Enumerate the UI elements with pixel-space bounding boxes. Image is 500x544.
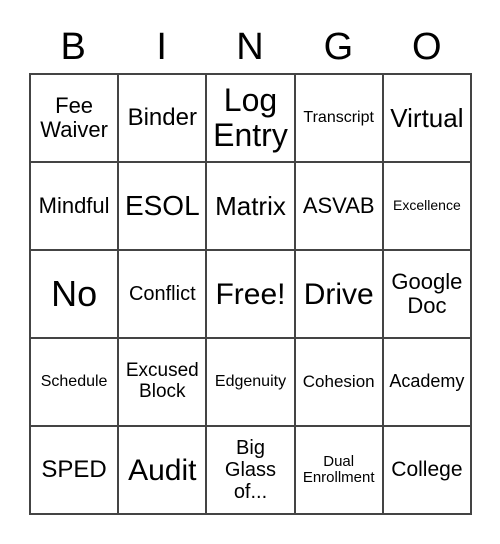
bingo-cell[interactable]: ASVAB <box>294 162 383 250</box>
cell-label: Transcript <box>303 109 374 127</box>
bingo-cell[interactable]: College <box>382 426 471 514</box>
bingo-cell[interactable]: Audit <box>118 426 207 514</box>
bingo-cell[interactable]: Edgenuity <box>206 338 295 426</box>
cell-label: Big Glass of... <box>224 437 277 503</box>
cell-label: Excellence <box>393 197 461 214</box>
bingo-cell[interactable]: Free! <box>206 250 295 338</box>
cell-label: Audit <box>128 453 197 487</box>
cell-label: Excused Block <box>125 360 199 402</box>
bingo-cell[interactable]: Drive <box>294 250 383 338</box>
bingo-cell[interactable]: Excellence <box>382 162 471 250</box>
bingo-cell[interactable]: Fee Waiver <box>30 74 119 162</box>
bingo-cell[interactable]: Log Entry <box>206 74 295 162</box>
cell-label: No <box>51 273 98 315</box>
bingo-cell[interactable]: SPED <box>30 426 119 514</box>
cell-label: College <box>391 458 463 482</box>
cell-label: Edgenuity <box>214 373 287 391</box>
bingo-cell[interactable]: Conflict <box>118 250 207 338</box>
header-letter-o: O <box>412 26 442 68</box>
cell-label: Free! <box>215 277 286 311</box>
bingo-cell[interactable]: Matrix <box>206 162 295 250</box>
cell-label: Fee Waiver <box>40 92 108 142</box>
bingo-cell[interactable]: Transcript <box>294 74 383 162</box>
bingo-cell[interactable]: Cohesion <box>294 338 383 426</box>
bingo-cell[interactable]: ESOL <box>118 162 207 250</box>
bingo-cell[interactable]: Excused Block <box>118 338 207 426</box>
bingo-grid: Fee Waiver Binder Log Entry Transcript Virtu… <box>29 73 472 515</box>
header-letter-n: N <box>236 26 264 68</box>
cell-label: Dual Enrollment <box>302 452 375 486</box>
cell-label: ASVAB <box>302 192 375 218</box>
bingo-cell[interactable]: Dual Enrollment <box>294 426 383 514</box>
cell-label: SPED <box>41 455 107 483</box>
cell-label: Conflict <box>128 283 196 305</box>
cell-label: Drive <box>303 277 374 311</box>
header-letter-i: I <box>156 26 167 68</box>
cell-label: Academy <box>389 371 465 392</box>
header-letter-b: B <box>60 26 86 68</box>
bingo-cell[interactable]: Google Doc <box>382 250 471 338</box>
cell-label: Binder <box>127 103 197 131</box>
bingo-cell[interactable]: Big Glass of... <box>206 426 295 514</box>
cell-label: Mindful <box>38 192 110 218</box>
cell-label: Log Entry <box>213 81 288 153</box>
header-letter-g: G <box>323 26 354 68</box>
cell-label: Google Doc <box>391 268 463 318</box>
cell-label: ESOL <box>124 189 200 221</box>
bingo-cell[interactable]: Mindful <box>30 162 119 250</box>
bingo-cell[interactable]: Academy <box>382 338 471 426</box>
bingo-cell[interactable]: No <box>30 250 119 338</box>
cell-label: Cohesion <box>302 371 375 391</box>
bingo-cell[interactable]: Schedule <box>30 338 119 426</box>
cell-label: Schedule <box>40 373 108 391</box>
cell-label: Matrix <box>215 190 286 221</box>
bingo-header: B I N G O <box>29 22 471 72</box>
cell-label: Virtual <box>390 102 464 133</box>
bingo-cell[interactable]: Binder <box>118 74 207 162</box>
bingo-cell[interactable]: Virtual <box>382 74 471 162</box>
